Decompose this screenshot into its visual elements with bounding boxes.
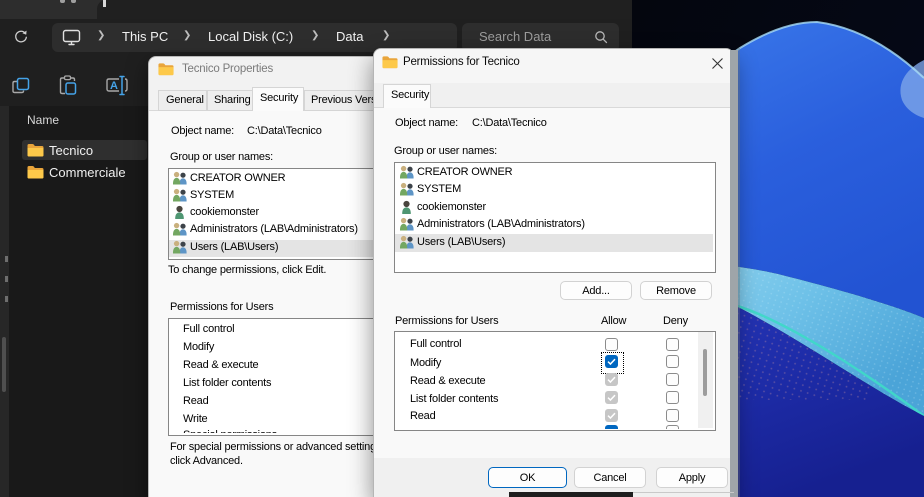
svg-text:A: A <box>110 80 118 92</box>
